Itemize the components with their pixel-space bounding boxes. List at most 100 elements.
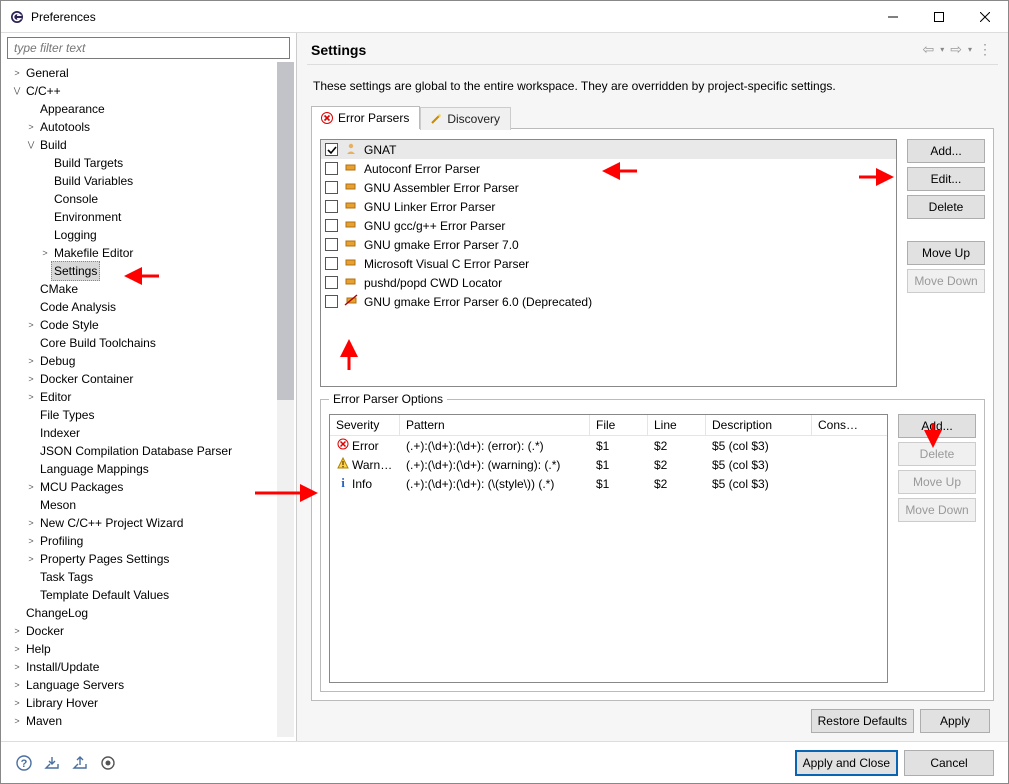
filter-input[interactable] [7,37,290,59]
col-pattern[interactable]: Pattern [400,415,590,435]
chevron-right-icon[interactable]: > [25,352,37,370]
parser-checkbox[interactable] [325,162,338,175]
tree-item[interactable]: Settings [7,262,277,280]
export-icon[interactable] [71,754,89,772]
apply-and-close-button[interactable]: Apply and Close [795,750,898,776]
parser-checkbox[interactable] [325,219,338,232]
tree-item[interactable]: >Code Style [7,316,277,334]
table-row[interactable]: Error(.+):(\d+):(\d+): (error): (.*)$1$2… [330,436,887,455]
tree-item[interactable]: >Library Hover [7,694,277,712]
tree-item[interactable]: >Property Pages Settings [7,550,277,568]
chevron-right-icon[interactable]: > [25,370,37,388]
tree-item[interactable]: >Install/Update [7,658,277,676]
nav-back-icon[interactable]: ⇦ [921,41,937,58]
tree-item[interactable]: >Debug [7,352,277,370]
tree-item[interactable]: >MCU Packages [7,478,277,496]
tree-item[interactable]: Meson [7,496,277,514]
tree-item[interactable]: Template Default Values [7,586,277,604]
parser-checkbox[interactable] [325,295,338,308]
apply-button[interactable]: Apply [920,709,990,733]
parser-item[interactable]: GNU gcc/g++ Error Parser [321,216,896,235]
chevron-right-icon[interactable]: > [25,532,37,550]
tree-item[interactable]: Build Targets [7,154,277,172]
parser-checkbox[interactable] [325,276,338,289]
parser-checkbox[interactable] [325,181,338,194]
chevron-right-icon[interactable]: > [25,118,37,136]
nav-back-menu-icon[interactable]: ▾ [938,45,946,54]
parser-item[interactable]: GNU Assembler Error Parser [321,178,896,197]
pattern-table[interactable]: Severity Pattern File Line Description C… [329,414,888,683]
parser-item[interactable]: GNU gmake Error Parser 7.0 [321,235,896,254]
tree-scrollbar[interactable] [277,62,294,737]
col-consume[interactable]: Consu... [812,415,868,435]
chevron-down-icon[interactable]: ⋁ [25,136,37,154]
tree-item[interactable]: >Maven [7,712,277,730]
tree-item[interactable]: ⋁C/C++ [7,82,277,100]
tree-item[interactable]: JSON Compilation Database Parser [7,442,277,460]
tree-item[interactable]: File Types [7,406,277,424]
restore-defaults-button[interactable]: Restore Defaults [811,709,914,733]
col-description[interactable]: Description [706,415,812,435]
move-up-parser-button[interactable]: Move Up [907,241,985,265]
delete-pattern-button[interactable]: Delete [898,442,976,466]
tree-item[interactable]: Environment [7,208,277,226]
chevron-right-icon[interactable]: > [11,658,23,676]
tree-item[interactable]: Language Mappings [7,460,277,478]
parser-item[interactable]: Autoconf Error Parser [321,159,896,178]
parser-item[interactable]: GNAT [321,140,896,159]
parser-checkbox[interactable] [325,257,338,270]
chevron-right-icon[interactable]: > [25,316,37,334]
move-down-pattern-button[interactable]: Move Down [898,498,976,522]
tree-item[interactable]: >Help [7,640,277,658]
close-button[interactable] [962,2,1008,32]
add-pattern-button[interactable]: Add... [898,414,976,438]
chevron-down-icon[interactable]: ⋁ [11,82,23,100]
col-file[interactable]: File [590,415,648,435]
parser-item[interactable]: GNU gmake Error Parser 6.0 (Deprecated) [321,292,896,311]
tree-item[interactable]: Core Build Toolchains [7,334,277,352]
move-down-parser-button[interactable]: Move Down [907,269,985,293]
chevron-right-icon[interactable]: > [11,712,23,730]
tree-item[interactable]: ChangeLog [7,604,277,622]
tree-item[interactable]: Appearance [7,100,277,118]
edit-parser-button[interactable]: Edit... [907,167,985,191]
tree-item[interactable]: >Profiling [7,532,277,550]
help-icon[interactable]: ? [15,754,33,772]
parser-list[interactable]: GNATAutoconf Error ParserGNU Assembler E… [320,139,897,387]
tree-item[interactable]: >Autotools [7,118,277,136]
chevron-right-icon[interactable]: > [11,64,23,82]
chevron-right-icon[interactable]: > [25,514,37,532]
chevron-right-icon[interactable]: > [39,244,51,262]
move-up-pattern-button[interactable]: Move Up [898,470,976,494]
chevron-right-icon[interactable]: > [11,694,23,712]
table-row[interactable]: iInfo(.+):(\d+):(\d+): (\(style\)) (.*)$… [330,474,887,493]
import-icon[interactable] [43,754,61,772]
tree-item[interactable]: >Language Servers [7,676,277,694]
tree-item[interactable]: >New C/C++ Project Wizard [7,514,277,532]
oomph-icon[interactable] [99,754,117,772]
preferences-tree[interactable]: >General⋁C/C++Appearance>Autotools⋁Build… [7,62,277,737]
parser-checkbox[interactable] [325,200,338,213]
cancel-button[interactable]: Cancel [904,750,994,776]
chevron-right-icon[interactable]: > [11,640,23,658]
col-line[interactable]: Line [648,415,706,435]
chevron-right-icon[interactable]: > [11,676,23,694]
maximize-button[interactable] [916,2,962,32]
parser-checkbox[interactable] [325,143,338,156]
add-parser-button[interactable]: Add... [907,139,985,163]
chevron-right-icon[interactable]: > [11,622,23,640]
tree-item[interactable]: Task Tags [7,568,277,586]
tree-item[interactable]: Code Analysis [7,298,277,316]
tree-item[interactable]: Indexer [7,424,277,442]
tree-item[interactable]: >General [7,64,277,82]
nav-fwd-icon[interactable]: ⇨ [948,41,964,58]
chevron-right-icon[interactable]: > [25,550,37,568]
parser-item[interactable]: Microsoft Visual C Error Parser [321,254,896,273]
view-menu-icon[interactable]: ⋮ [976,41,994,58]
col-severity[interactable]: Severity [330,415,400,435]
tab-discovery[interactable]: Discovery [420,107,511,130]
table-row[interactable]: Warning(.+):(\d+):(\d+): (warning): (.*)… [330,455,887,474]
tree-item[interactable]: Build Variables [7,172,277,190]
tree-item[interactable]: CMake [7,280,277,298]
parser-checkbox[interactable] [325,238,338,251]
